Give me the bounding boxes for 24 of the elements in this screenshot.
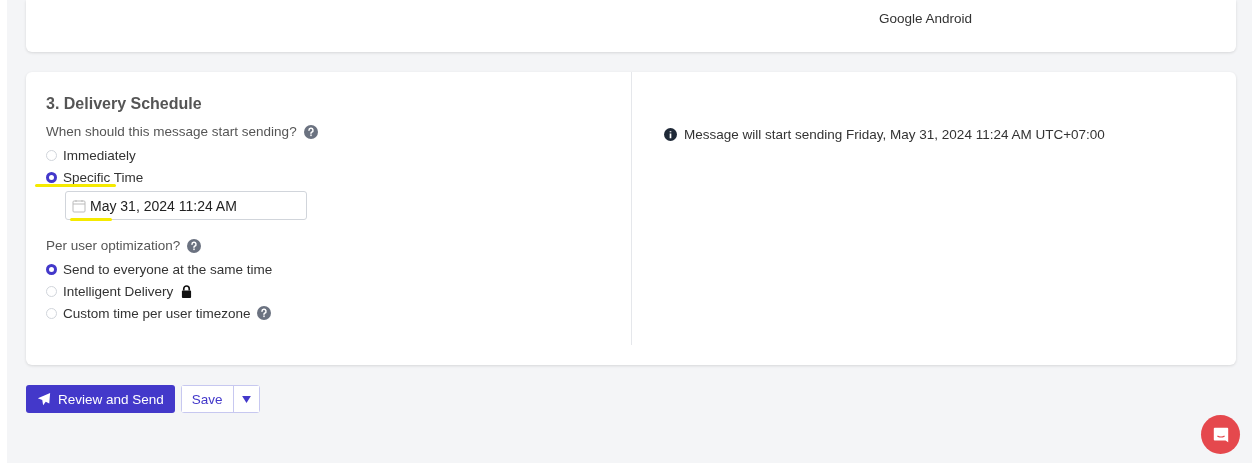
send-icon <box>37 392 51 406</box>
option-label[interactable]: Immediately <box>63 147 136 163</box>
notice-text: Message will start sending Friday, May 31, 2024 11:24 AM UTC+07:00 <box>684 127 1105 142</box>
option-label[interactable]: Send to everyone at the same time <box>63 261 273 277</box>
date-time-field[interactable]: May 31, 2024 11:24 AM <box>65 191 307 220</box>
calendar-icon <box>72 198 86 213</box>
chat-icon <box>1211 425 1230 444</box>
radio-button[interactable] <box>46 263 57 275</box>
help-icon[interactable] <box>256 306 271 320</box>
dropdown-button[interactable] <box>232 386 259 412</box>
question-label: When should this message start sending? <box>46 124 297 139</box>
section-title: 3. Delivery Schedule <box>46 95 203 113</box>
help-icon[interactable] <box>303 124 318 139</box>
help-icon[interactable] <box>187 238 202 253</box>
highlight-mark <box>70 218 112 221</box>
chat-button[interactable] <box>1201 415 1240 454</box>
question-label: Per user optimization? <box>46 238 181 253</box>
caret-icon <box>241 395 251 403</box>
info-icon <box>664 128 677 141</box>
option-label[interactable]: Specific Time <box>63 169 144 185</box>
option-label[interactable]: Intelligent Delivery <box>63 283 174 299</box>
platform-label: Google Android <box>878 11 972 26</box>
option-label[interactable]: Custom time per user timezone <box>63 305 251 321</box>
review-and-send-button[interactable]: Review and Send <box>26 385 175 413</box>
